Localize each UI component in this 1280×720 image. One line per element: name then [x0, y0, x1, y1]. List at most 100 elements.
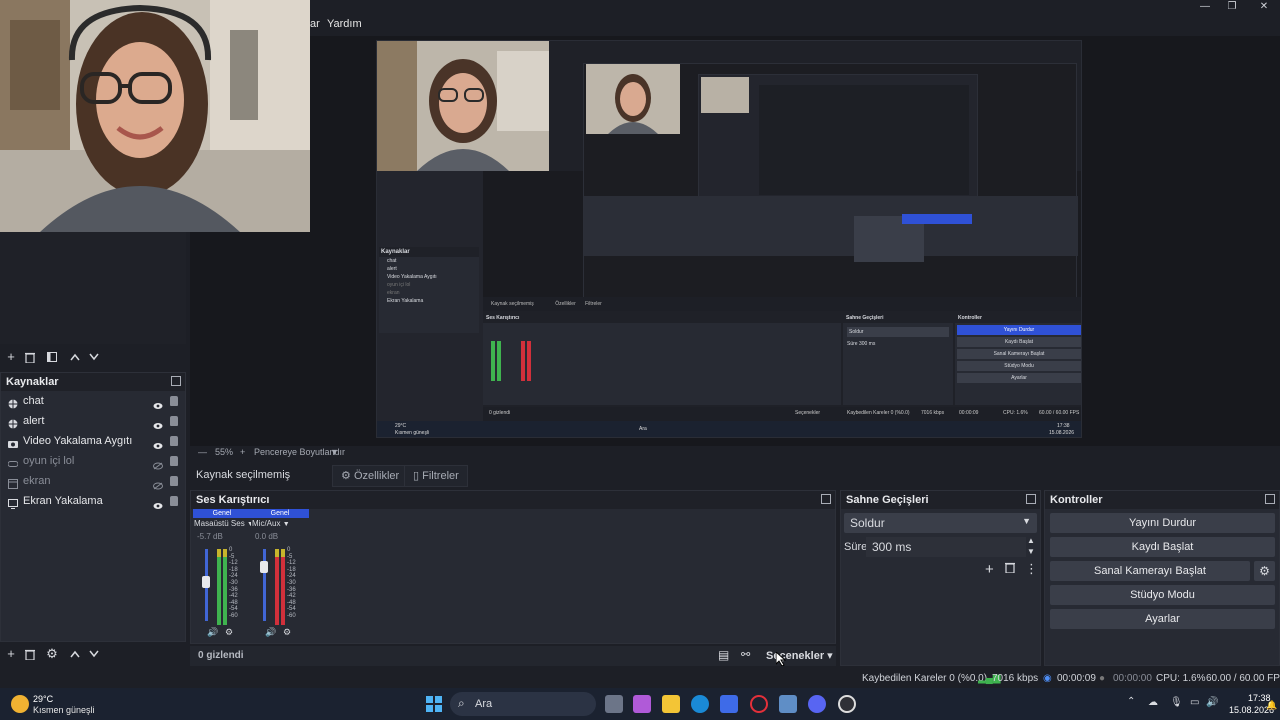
- settings-button[interactable]: Ayarlar: [1050, 609, 1275, 629]
- move-source-up-icon[interactable]: [67, 646, 83, 662]
- task-view-icon[interactable]: [605, 695, 623, 713]
- channel-name-dropdown[interactable]: Masaüstü Ses ▼: [193, 518, 251, 530]
- move-source-down-icon[interactable]: [86, 646, 102, 662]
- remove-source-trash-icon[interactable]: [22, 646, 38, 662]
- add-scene-button[interactable]: +: [3, 349, 19, 365]
- undock-icon[interactable]: [171, 376, 181, 386]
- remove-transition-trash-icon[interactable]: [1005, 562, 1015, 576]
- network-cloud-icon[interactable]: ☁: [1148, 697, 1158, 708]
- zoom-in-icon[interactable]: +: [240, 447, 245, 457]
- volume-fader-handle[interactable]: [202, 576, 210, 588]
- eye-icon[interactable]: [153, 417, 163, 429]
- scenes-list[interactable]: [0, 232, 186, 344]
- notification-bell-icon[interactable]: 🔔: [1266, 700, 1277, 711]
- preview-canvas[interactable]: Kaynaklar chat alert Video Yakalama Aygı…: [376, 40, 1082, 438]
- mute-speaker-icon[interactable]: 🔊: [207, 627, 218, 638]
- lock-icon[interactable]: [170, 456, 178, 466]
- undock-icon[interactable]: [1265, 494, 1275, 504]
- eye-slash-icon[interactable]: [153, 477, 163, 490]
- maximize-button[interactable]: ❐: [1217, 0, 1247, 14]
- mute-speaker-icon[interactable]: 🔊: [265, 627, 276, 638]
- lock-icon[interactable]: [170, 396, 178, 406]
- eye-icon[interactable]: [153, 397, 163, 409]
- source-properties-gear-icon[interactable]: ⚙: [44, 646, 60, 662]
- close-button[interactable]: ✕: [1249, 0, 1279, 14]
- move-scene-up-icon[interactable]: [67, 349, 83, 365]
- lock-icon[interactable]: [170, 416, 178, 426]
- meter-scale-label: -30: [229, 580, 238, 586]
- advanced-audio-icon[interactable]: ⚯: [741, 648, 750, 661]
- source-item[interactable]: oyun içi lol: [1, 451, 185, 471]
- mixer-layout-icon[interactable]: ▤: [718, 648, 729, 662]
- source-item[interactable]: Ekran Yakalama: [1, 491, 185, 511]
- undock-icon[interactable]: [1026, 494, 1036, 504]
- volume-meter-peak: [217, 549, 221, 557]
- volume-fader-track[interactable]: [263, 549, 266, 621]
- sources-title: Kaynaklar: [6, 376, 59, 388]
- source-item[interactable]: ekran: [1, 471, 185, 491]
- edge-icon[interactable]: [691, 695, 709, 713]
- chevron-down-icon: ▼: [282, 521, 290, 528]
- discord-icon[interactable]: [808, 695, 826, 713]
- studio-mode-button[interactable]: Stüdyo Modu: [1050, 585, 1275, 605]
- lock-icon[interactable]: [170, 476, 178, 486]
- source-item[interactable]: Video Yakalama Aygıtı: [1, 431, 185, 451]
- nested-source-item: oyun içi lol: [387, 282, 411, 288]
- eye-icon[interactable]: [153, 497, 163, 509]
- transition-select[interactable]: Soldur ▼: [844, 513, 1037, 533]
- store-icon[interactable]: [720, 695, 738, 713]
- start-virtual-camera-button[interactable]: Sanal Kamerayı Başlat: [1050, 561, 1250, 581]
- transitions-title: Sahne Geçişleri: [846, 494, 929, 506]
- source-item[interactable]: alert: [1, 411, 185, 431]
- volume-fader-handle[interactable]: [260, 561, 268, 573]
- eye-slash-icon[interactable]: [153, 457, 163, 470]
- zoom-out-icon[interactable]: —: [198, 447, 207, 457]
- nested-webcam-image: [586, 64, 680, 134]
- move-scene-down-icon[interactable]: [86, 349, 102, 365]
- lock-icon[interactable]: [170, 496, 178, 506]
- chevron-down-icon[interactable]: ▼: [330, 447, 339, 457]
- remove-scene-trash-icon[interactable]: [22, 349, 38, 365]
- duration-input[interactable]: 300 ms: [866, 537, 1026, 557]
- add-source-button[interactable]: +: [3, 646, 19, 662]
- copilot-icon[interactable]: [633, 695, 651, 713]
- add-transition-icon[interactable]: +: [985, 561, 994, 578]
- display-icon[interactable]: ▭: [1190, 697, 1199, 708]
- more-options-icon[interactable]: ⋮: [1025, 561, 1038, 577]
- weather-icon[interactable]: [11, 695, 29, 713]
- virtual-camera-settings-gear-icon[interactable]: ⚙: [1254, 561, 1275, 581]
- gear-icon: ⚙: [341, 470, 351, 482]
- audio-monitoring-icon[interactable]: ⚙: [283, 627, 291, 638]
- source-item[interactable]: chat: [1, 391, 185, 411]
- preview-webcam-image: [377, 41, 549, 171]
- duration-down-icon[interactable]: ▼: [1027, 547, 1035, 556]
- obs-icon[interactable]: [838, 695, 856, 713]
- start-recording-button[interactable]: Kaydı Başlat: [1050, 537, 1275, 557]
- lock-icon[interactable]: [170, 436, 178, 446]
- nested-source-item: Ekran Yakalama: [387, 298, 424, 304]
- opera-icon[interactable]: [750, 695, 768, 713]
- audio-monitoring-icon[interactable]: ⚙: [225, 627, 233, 638]
- chevron-up-icon[interactable]: ⌃: [1127, 696, 1135, 707]
- scene-filters-icon[interactable]: [44, 349, 60, 365]
- app-icon[interactable]: [779, 695, 797, 713]
- menu-item-help[interactable]: Yardım: [327, 18, 362, 30]
- undock-icon[interactable]: [821, 494, 831, 504]
- meter-scale-label: -24: [287, 573, 296, 580]
- taskbar-search[interactable]: ⌕ Ara: [450, 692, 596, 716]
- volume-icon[interactable]: 🔊: [1206, 697, 1218, 708]
- cpu-usage: CPU: 1.6%: [1156, 673, 1206, 684]
- filters-button[interactable]: ▯ Filtreler: [404, 465, 468, 487]
- minimize-button[interactable]: —: [1190, 0, 1220, 14]
- channel-name-dropdown[interactable]: Mic/Aux ▼: [251, 518, 309, 530]
- file-explorer-icon[interactable]: [662, 695, 680, 713]
- properties-button[interactable]: ⚙ Özellikler: [332, 465, 409, 487]
- eye-icon[interactable]: [153, 437, 163, 449]
- microphone-icon[interactable]: 🎙: [1170, 697, 1183, 708]
- stop-streaming-button[interactable]: Yayını Durdur: [1050, 513, 1275, 533]
- meter-scale-label: -24: [229, 573, 238, 580]
- start-menu-icon[interactable]: [425, 695, 443, 713]
- bitrate: 7016 kbps: [992, 673, 1039, 684]
- duration-up-icon[interactable]: ▲: [1027, 536, 1035, 545]
- menu-item-partial[interactable]: ar: [310, 18, 320, 30]
